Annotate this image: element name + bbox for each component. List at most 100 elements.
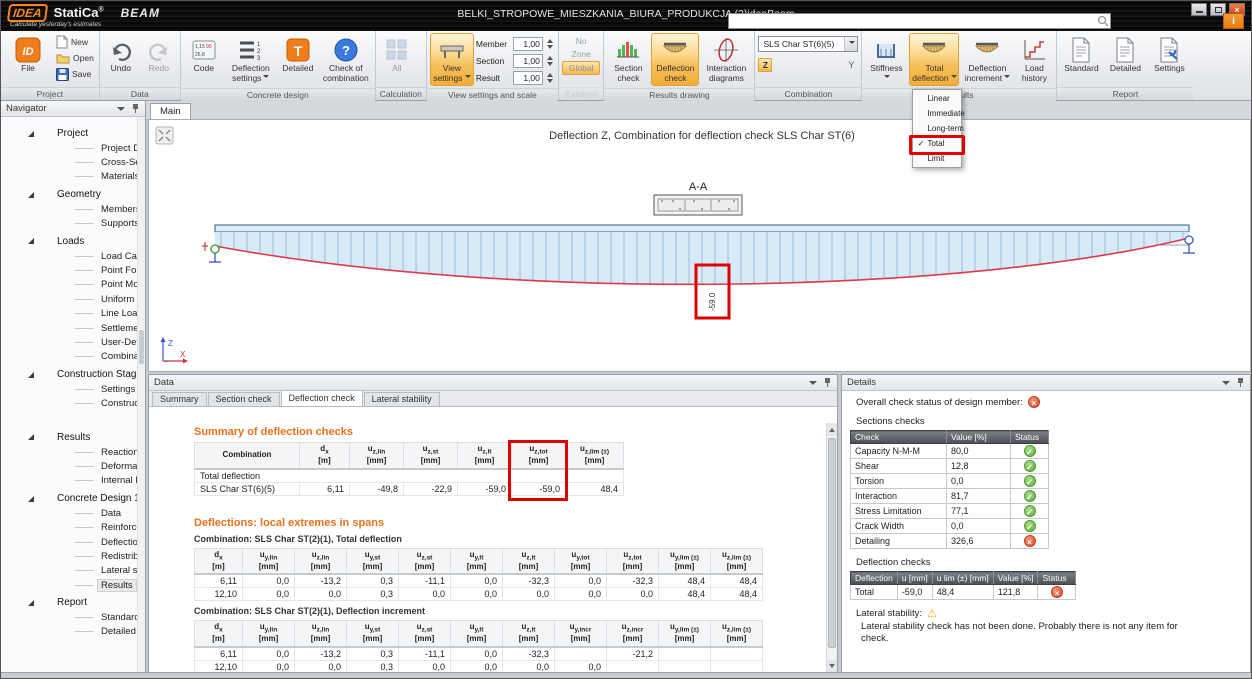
navigator-section-concrete-design-1d[interactable]: Concrete Design 1D (1, 491, 137, 506)
combination-select[interactable]: SLS Char ST(6)(5) (758, 36, 858, 52)
navigator-item-uniform-loads[interactable]: Uniform Loads (1, 292, 137, 306)
report-standard-button[interactable]: Standard (1060, 33, 1102, 85)
navigator-section-project[interactable]: Project (1, 126, 137, 141)
navigator-item-materials[interactable]: Materials (1, 170, 137, 184)
new-button[interactable]: New (54, 35, 96, 49)
section-scale-stepper[interactable] (546, 53, 555, 69)
view-settings-button[interactable]: View settings (430, 33, 474, 86)
pin-icon[interactable] (1236, 377, 1245, 388)
scroll-thumb[interactable] (828, 438, 836, 648)
scroll-up-icon[interactable] (827, 423, 837, 436)
interaction-diagrams-button[interactable]: Interaction diagrams (701, 33, 751, 86)
result-scale-input[interactable]: 1,00 (513, 71, 543, 85)
direction-z-toggle[interactable]: Z (758, 58, 772, 72)
navigator-item-results[interactable]: Results (1, 578, 137, 592)
report-detailed-button[interactable]: Detailed (1104, 33, 1146, 85)
menu-item-total[interactable]: ✓Total (913, 136, 961, 151)
main-canvas[interactable]: Deflection Z, Combination for deflection… (148, 119, 1251, 372)
navigator-item-redistribution-and-reduction[interactable]: Redistribution and reduction (1, 549, 137, 563)
redo-button[interactable]: Redo (141, 33, 177, 85)
extreme-global-button[interactable]: Global (562, 61, 601, 75)
expander-icon[interactable] (28, 238, 34, 244)
navigator-section-results[interactable]: Results (1, 430, 137, 445)
navigator-item-point-forces[interactable]: Point Forces (1, 263, 137, 277)
detailed-button[interactable]: T Detailed (278, 33, 318, 85)
navigator-item-user-defined-forces[interactable]: User-Defined Forces (1, 335, 137, 349)
search-input[interactable] (729, 15, 1096, 27)
load-history-button[interactable]: Load history (1015, 33, 1053, 86)
tab-summary[interactable]: Summary (152, 392, 207, 406)
navigator-item-detailed[interactable]: Detailed (1, 625, 137, 639)
navigator-item-load-cases[interactable]: Load Cases (1, 249, 137, 263)
navigator-item-supports[interactable]: Supports (1, 217, 137, 231)
open-button[interactable]: Open (54, 51, 96, 65)
expander-icon[interactable] (28, 434, 34, 440)
navigator-item-project-data[interactable]: Project Data (1, 141, 137, 155)
navigator-item-settings[interactable]: Settings (1, 382, 137, 396)
undo-button[interactable]: Undo (103, 33, 139, 85)
expander-icon[interactable] (28, 372, 34, 378)
data-scrollbar[interactable] (826, 423, 837, 673)
tab-lateral-stability[interactable]: Lateral stability (364, 392, 440, 406)
navigator-item-lateral-stability[interactable]: Lateral stability (1, 564, 137, 578)
navigator-item-members[interactable]: Members (1, 202, 137, 216)
tab-deflection-check[interactable]: Deflection check (281, 390, 363, 406)
tab-main[interactable]: Main (150, 103, 191, 119)
expander-icon[interactable] (28, 192, 34, 198)
menu-item-long-term[interactable]: Long-term (913, 121, 961, 136)
combination-dropdown-icon[interactable] (844, 37, 857, 51)
chevron-down-icon[interactable] (117, 107, 125, 115)
pin-icon[interactable] (823, 377, 832, 388)
total-deflection-button[interactable]: Total deflection (909, 33, 959, 86)
calculate-all-button[interactable]: All (379, 33, 415, 85)
navigator-item-settlement[interactable]: Settlement (1, 321, 137, 335)
section-scale-input[interactable]: 1,00 (513, 54, 543, 68)
stiffness-button[interactable]: Stiffness (865, 33, 907, 86)
chevron-down-icon[interactable] (1222, 381, 1230, 389)
extreme-no-button[interactable]: No (562, 35, 601, 47)
zoom-extents-icon[interactable] (156, 127, 173, 144)
chevron-down-icon[interactable] (809, 381, 817, 389)
result-scale-stepper[interactable] (546, 70, 555, 86)
navigator-section-loads[interactable]: Loads (1, 234, 137, 249)
expander-icon[interactable] (28, 131, 34, 137)
expander-icon[interactable] (28, 496, 34, 502)
navigator-item-deformations[interactable]: Deformations (1, 459, 137, 473)
navigator-item-reinforcement[interactable]: Reinforcement (1, 520, 137, 534)
navigator-item-data[interactable]: Data (1, 506, 137, 520)
code-button[interactable]: 1,159026,8 Code (184, 33, 224, 85)
file-button[interactable]: ID File (4, 33, 52, 85)
navigator-item-internal-forces[interactable]: Internal Forces (1, 474, 137, 488)
member-scale-input[interactable]: 1,00 (513, 37, 543, 51)
navigator-item-cross-sections[interactable]: Cross-Sections (1, 155, 137, 169)
menu-item-linear[interactable]: Linear (913, 91, 961, 106)
check-of-combination-button[interactable]: ? Check of combination (320, 33, 372, 86)
navigator-scrollbar[interactable] (137, 117, 145, 678)
deflection-check-button[interactable]: Deflection check (651, 33, 699, 86)
deflection-increment-button[interactable]: Deflection increment (961, 33, 1013, 86)
expander-icon[interactable] (28, 600, 34, 606)
direction-y-toggle[interactable]: Y (848, 60, 854, 70)
navigator-section-construction-stages[interactable]: Construction Stages (1, 367, 137, 382)
deflection-settings-button[interactable]: 123 Deflection settings (226, 33, 276, 86)
menu-item-limit[interactable]: Limit (913, 151, 961, 166)
minimize-button[interactable] (1191, 3, 1207, 16)
navigator-item-deflection[interactable]: Deflection (1, 535, 137, 549)
info-button[interactable]: i (1223, 13, 1244, 29)
member-scale-stepper[interactable] (546, 36, 555, 52)
navigator-item-point-moments[interactable]: Point Moments (1, 278, 137, 292)
navigator-item-construction-stages[interactable]: Construction Stages (1, 396, 137, 410)
navigator-item-reactions[interactable]: Reactions (1, 445, 137, 459)
navigator-section-geometry[interactable]: Geometry (1, 187, 137, 202)
navigator-item-standard[interactable]: Standard (1, 610, 137, 624)
navigator-item-line-loads[interactable]: Line Loads (1, 307, 137, 321)
navigator-item-combinations[interactable]: Combinations (1, 350, 137, 364)
menu-item-immediate[interactable]: Immediate (913, 106, 961, 121)
save-button[interactable]: Save (54, 67, 96, 81)
extreme-zone-button[interactable]: Zone (562, 48, 601, 60)
section-check-button[interactable]: Section check (607, 33, 649, 86)
navigator-section-report[interactable]: Report (1, 595, 137, 610)
tab-section-check[interactable]: Section check (208, 392, 280, 406)
pin-icon[interactable] (131, 103, 140, 114)
report-settings-button[interactable]: Settings (1148, 33, 1190, 85)
